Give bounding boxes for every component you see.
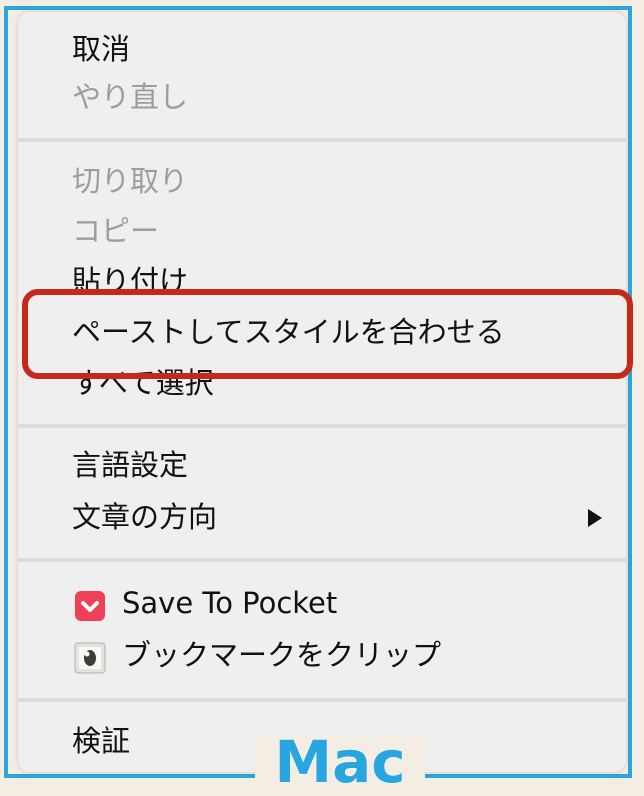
highlight-annotation-box [22,289,633,379]
menu-item-language-settings[interactable]: 言語設定 [18,440,626,490]
menu-separator [18,138,626,142]
context-menu: 取消 やり直し 切り取り コピー 貼り付け ペーストしてスタイルを合わせる すべ… [18,12,626,772]
menu-separator [18,558,626,562]
menu-item-clip-bookmark[interactable]: ブックマークをクリップ [18,630,626,680]
pocket-icon [74,587,106,621]
menu-item-save-to-pocket[interactable]: Save To Pocket [18,578,626,628]
menu-item-writing-direction[interactable]: 文章の方向 [18,492,626,542]
menu-item-save-to-pocket-label: Save To Pocket [122,586,338,620]
menu-separator [18,424,626,428]
menu-item-cut: 切り取り [72,164,189,198]
menu-item-clip-bookmark-label: ブックマークをクリップ [122,638,442,672]
menu-item-redo: やり直し [72,80,189,114]
submenu-arrow-icon [588,509,602,527]
menu-separator [18,698,626,702]
menu-item-undo[interactable]: 取消 [18,24,626,74]
evernote-icon [74,639,106,674]
menu-item-writing-direction-label: 文章の方向 [72,500,218,534]
platform-label: Mac [255,733,425,791]
menu-item-copy: コピー [72,214,160,248]
